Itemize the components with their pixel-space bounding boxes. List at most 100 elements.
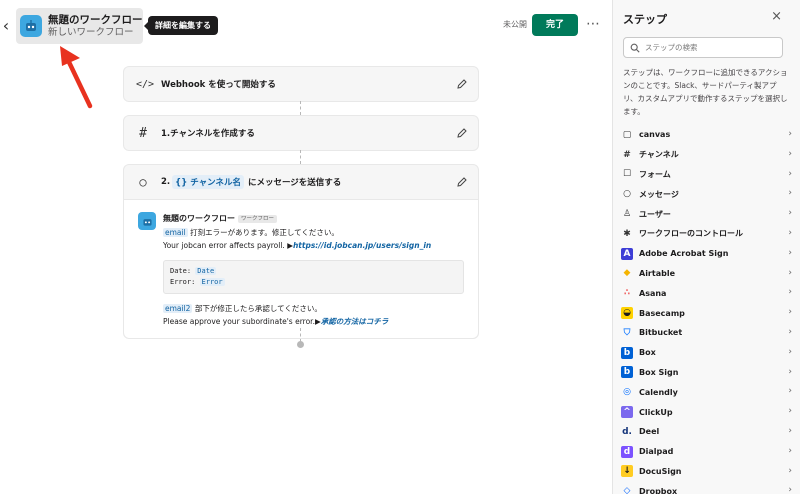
workflow-badge: ワークフロー — [238, 215, 278, 223]
step-item[interactable]: # チャンネル › — [621, 145, 796, 165]
code-block: Date: Date Error: Error — [163, 260, 464, 294]
workflow-details-button[interactable]: 無題のワークフロー 新しいワークフロー — [16, 8, 143, 44]
publish-status: 未公開 — [503, 20, 527, 29]
adobe-sign-icon: A — [621, 247, 633, 260]
message-icon: ○ — [623, 189, 631, 200]
message-line-2: Your jobcan error affects payroll. ▶ — [163, 241, 293, 250]
step-item[interactable]: A Adobe Acrobat Sign › — [621, 244, 796, 264]
step-item[interactable]: ∴ Asana › — [621, 283, 796, 303]
pencil-icon[interactable] — [456, 176, 468, 188]
code-date-label: Date: — [170, 267, 192, 275]
jobcan-signin-link[interactable]: https://id.jobcan.jp/users/sign_in — [293, 241, 431, 250]
workflow-bot-icon — [26, 20, 36, 31]
message-preview: 無題のワークフロー ワークフロー email 打刻エラーがあります。修正してくださ… — [124, 199, 478, 338]
message-line-4: Please approve your subordinate's error.… — [163, 317, 321, 326]
chevron-right-icon: › — [788, 168, 792, 179]
step-connector — [300, 101, 301, 115]
steps-panel: ステップ × ステップは、ワークフローに追加できるアクションのことです。Slac… — [612, 0, 800, 494]
step-title: 1.チャンネルを作成する — [161, 129, 255, 139]
edit-details-tooltip: 詳細を編集する — [144, 16, 218, 35]
step-item-label: Airtable — [639, 268, 675, 278]
chevron-right-icon: › — [788, 208, 792, 219]
channel-variable-chip: {} チャンネル名 — [172, 175, 244, 189]
close-icon[interactable]: × — [771, 9, 782, 24]
step-item-label: ワークフローのコントロール — [639, 229, 743, 239]
step-item-label: Box Sign — [639, 367, 679, 377]
workflow-avatar — [20, 15, 42, 37]
step-item-label: ユーザー — [639, 209, 671, 219]
sender-name: 無題のワークフロー — [163, 214, 235, 223]
step-card-send-message[interactable]: ○ 2. {} チャンネル名 にメッセージを送信する 無題のワークフロー ワーク… — [123, 164, 479, 339]
hash-icon: # — [623, 149, 631, 160]
step-card-create-channel[interactable]: # 1.チャンネルを作成する — [123, 115, 479, 151]
step-item[interactable]: d. Deel › — [621, 422, 796, 442]
approval-method-link[interactable]: 承認の方法はコチラ — [321, 317, 389, 326]
workflow-canvas: ‹ 無題のワークフロー 新しいワークフロー 詳細を編集する 未公開 完了 ⋯ <… — [0, 0, 612, 494]
step-item-label: DocuSign — [639, 466, 682, 476]
step-item[interactable]: ◎ Calendly › — [621, 382, 796, 402]
chevron-right-icon: › — [788, 267, 792, 278]
step-item-label: チャンネル — [639, 150, 679, 160]
airtable-icon: ◆ — [623, 268, 631, 279]
more-options-icon[interactable]: ⋯ — [585, 14, 601, 36]
step-item-label: canvas — [639, 130, 671, 140]
chevron-right-icon: › — [788, 465, 792, 476]
step-title: 2. {} チャンネル名 にメッセージを送信する — [161, 175, 341, 189]
add-step-point[interactable] — [297, 341, 304, 348]
step-item[interactable]: d Dialpad › — [621, 442, 796, 462]
done-button[interactable]: 完了 — [532, 14, 578, 36]
step-item-label: メッセージ — [639, 189, 679, 199]
chevron-right-icon: › — [788, 445, 792, 456]
chevron-right-icon: › — [788, 386, 792, 397]
chevron-right-icon: › — [788, 326, 792, 337]
hash-icon: # — [139, 125, 147, 141]
pencil-icon[interactable] — [456, 78, 468, 90]
dropbox-icon: ◇ — [623, 486, 631, 494]
pencil-icon[interactable] — [456, 127, 468, 139]
bitbucket-icon: ⛉ — [623, 327, 631, 338]
canvas-icon: ▢ — [622, 129, 632, 140]
email-variable: email — [163, 228, 188, 237]
chevron-right-icon: › — [788, 485, 792, 494]
step-item-label: Dropbox — [639, 486, 678, 494]
step-item[interactable]: ^ ClickUp › — [621, 402, 796, 422]
step-item[interactable]: ☐ フォーム › — [621, 165, 796, 185]
chevron-right-icon: › — [788, 346, 792, 357]
step-item[interactable]: ✱ ワークフローのコントロール › — [621, 224, 796, 244]
clickup-icon: ^ — [621, 406, 633, 419]
step-item-label: Bitbucket — [639, 328, 683, 338]
basecamp-icon: ◒ — [621, 307, 633, 320]
chevron-right-icon: › — [788, 307, 792, 318]
step-item[interactable]: ⛉ Bitbucket › — [621, 323, 796, 343]
email2-variable: email2 — [163, 304, 193, 313]
user-icon: ♙ — [622, 209, 632, 220]
workflow-title: 無題のワークフロー — [48, 13, 143, 26]
step-number: 2. — [161, 177, 171, 187]
back-button[interactable]: ‹ — [0, 16, 12, 36]
step-item[interactable]: ↓ DocuSign › — [621, 462, 796, 482]
chevron-right-icon: › — [788, 247, 792, 258]
step-item[interactable]: ○ メッセージ › — [621, 184, 796, 204]
message-line-1: 打刻エラーがあります。修正してください。 — [190, 228, 339, 237]
step-category-list: ▢ canvas › # チャンネル › ☐ フォーム › ○ メッセージ › ♙ ユーザー › ✱ ワークフロ… — [621, 125, 796, 494]
step-card-webhook[interactable]: </> Webhook を使って開始する — [123, 66, 479, 102]
workflow-subtitle: 新しいワークフロー — [48, 26, 134, 38]
step-item[interactable]: ♙ ユーザー › — [621, 204, 796, 224]
panel-description: ステップは、ワークフローに追加できるアクションのことです。Slack、サードパー… — [623, 68, 788, 116]
step-item[interactable]: b Box Sign › — [621, 363, 796, 383]
dialpad-icon: d — [621, 445, 633, 458]
step-item[interactable]: ◒ Basecamp › — [621, 303, 796, 323]
chevron-right-icon: › — [788, 425, 792, 436]
step-item[interactable]: ◇ Dropbox › — [621, 481, 796, 494]
step-item-label: Dialpad — [639, 447, 674, 457]
workflow-bot-icon — [142, 218, 152, 226]
step-item[interactable]: ▢ canvas › — [621, 125, 796, 145]
annotation-arrow-icon — [60, 46, 93, 109]
docusign-icon: ↓ — [621, 465, 633, 478]
step-item-label: Adobe Acrobat Sign — [639, 249, 729, 259]
search-input[interactable] — [645, 43, 775, 52]
deel-icon: d. — [622, 426, 632, 437]
step-item[interactable]: b Box › — [621, 343, 796, 363]
step-item[interactable]: ◆ Airtable › — [621, 264, 796, 284]
step-search[interactable] — [623, 37, 783, 58]
